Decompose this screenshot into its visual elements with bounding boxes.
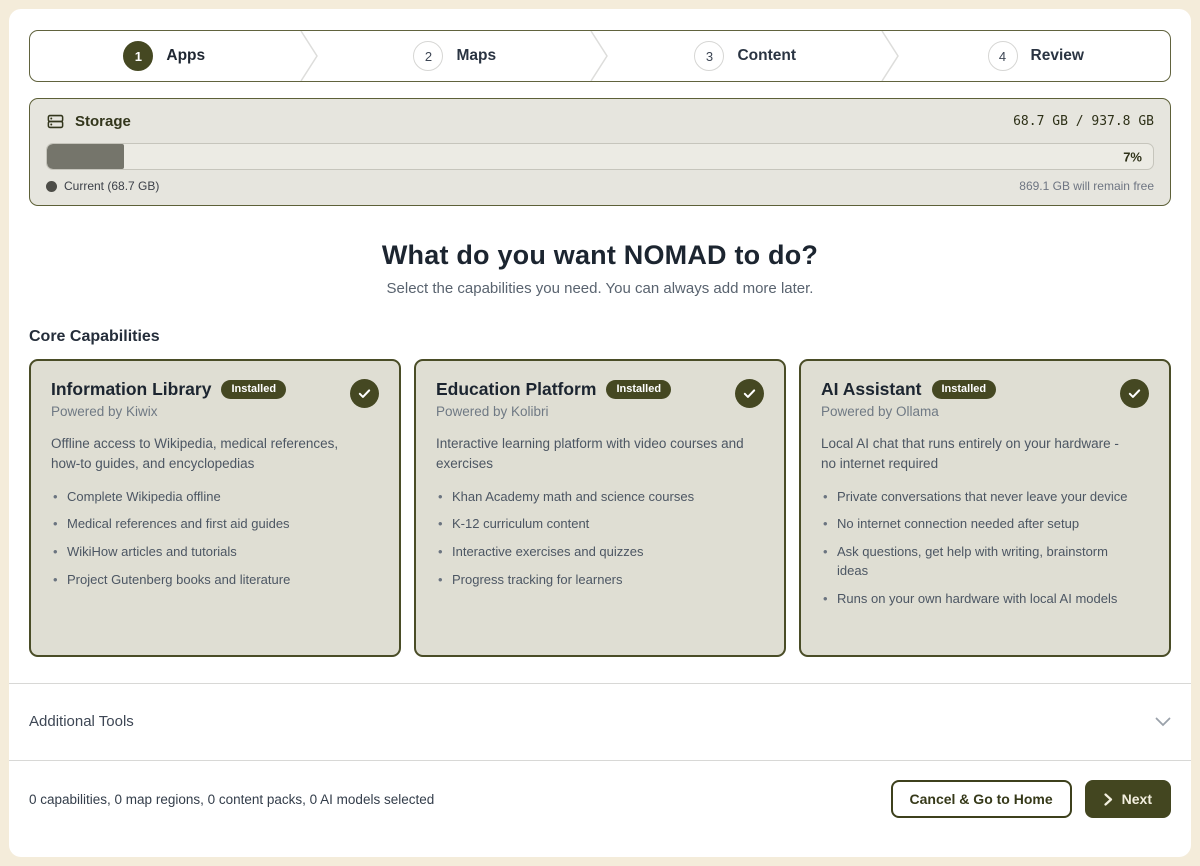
storage-title: Storage <box>75 113 131 130</box>
legend-current-label: Current (68.7 GB) <box>64 179 159 193</box>
storage-panel: Storage 68.7 GB / 937.8 GB 7% Current (6… <box>29 98 1171 206</box>
feature-item: No internet connection needed after setu… <box>821 515 1131 534</box>
next-button[interactable]: Next <box>1085 780 1171 818</box>
additional-tools-label: Additional Tools <box>29 713 134 730</box>
step-number-badge: 1 <box>123 41 153 71</box>
feature-item: K-12 curriculum content <box>436 515 746 534</box>
step-number-badge: 2 <box>413 41 443 71</box>
chevron-down-icon[interactable] <box>1155 717 1171 727</box>
legend-current-dot <box>46 181 57 192</box>
step-label: Apps <box>166 47 205 65</box>
step-review[interactable]: 4 Review <box>902 31 1171 81</box>
card-education-platform[interactable]: Education Platform Installed Powered by … <box>414 359 786 657</box>
wizard-footer: 0 capabilities, 0 map regions, 0 content… <box>29 780 1171 818</box>
card-ai-assistant[interactable]: AI Assistant Installed Powered by Ollama… <box>799 359 1171 657</box>
powered-by-label: Powered by Kiwix <box>51 404 286 419</box>
step-number-badge: 4 <box>988 41 1018 71</box>
feature-item: Project Gutenberg books and literature <box>51 571 361 590</box>
card-description: Interactive learning platform with video… <box>436 434 746 475</box>
card-feature-list: Private conversations that never leave y… <box>821 488 1149 609</box>
section-divider <box>9 760 1191 761</box>
storage-percent-label: 7% <box>1123 149 1142 164</box>
feature-item: Khan Academy math and science courses <box>436 488 746 507</box>
card-information-library[interactable]: Information Library Installed Powered by… <box>29 359 401 657</box>
page-subtitle: Select the capabilities you need. You ca… <box>29 280 1171 297</box>
setup-wizard-page: 1 Apps 2 Maps 3 Content 4 Review <box>9 9 1191 857</box>
additional-tools-toggle[interactable]: Additional Tools <box>29 684 1171 760</box>
feature-item: Private conversations that never leave y… <box>821 488 1131 507</box>
next-chevron-icon <box>1104 793 1113 806</box>
storage-remaining-label: 869.1 GB will remain free <box>1019 179 1154 193</box>
selected-check-icon <box>350 379 379 408</box>
next-button-label: Next <box>1122 791 1152 807</box>
card-title: Information Library <box>51 379 211 400</box>
step-number-badge: 3 <box>694 41 724 71</box>
storage-usage-value: 68.7 GB / 937.8 GB <box>1013 114 1154 129</box>
step-label: Maps <box>456 47 496 65</box>
storage-progress-fill <box>47 144 124 169</box>
selected-check-icon <box>735 379 764 408</box>
installed-badge: Installed <box>932 380 997 399</box>
feature-item: Progress tracking for learners <box>436 571 746 590</box>
step-label: Content <box>737 47 796 65</box>
step-maps[interactable]: 2 Maps <box>321 31 590 81</box>
capability-cards: Information Library Installed Powered by… <box>29 359 1171 657</box>
step-separator-chevron-icon <box>880 31 902 81</box>
card-feature-list: Complete Wikipedia offline Medical refer… <box>51 488 379 590</box>
storage-drive-icon <box>46 112 65 131</box>
card-description: Local AI chat that runs entirely on your… <box>821 434 1131 475</box>
step-separator-chevron-icon <box>299 31 321 81</box>
selected-check-icon <box>1120 379 1149 408</box>
powered-by-label: Powered by Ollama <box>821 404 996 419</box>
feature-item: Medical references and first aid guides <box>51 515 361 534</box>
step-apps[interactable]: 1 Apps <box>30 31 299 81</box>
step-label: Review <box>1031 47 1084 65</box>
card-description: Offline access to Wikipedia, medical ref… <box>51 434 361 475</box>
wizard-stepper: 1 Apps 2 Maps 3 Content 4 Review <box>29 30 1171 82</box>
card-title: AI Assistant <box>821 379 922 400</box>
selection-summary: 0 capabilities, 0 map regions, 0 content… <box>29 792 434 807</box>
step-separator-chevron-icon <box>589 31 611 81</box>
core-capabilities-heading: Core Capabilities <box>29 328 1171 346</box>
installed-badge: Installed <box>606 380 671 399</box>
feature-item: WikiHow articles and tutorials <box>51 543 361 562</box>
feature-item: Interactive exercises and quizzes <box>436 543 746 562</box>
feature-item: Complete Wikipedia offline <box>51 488 361 507</box>
feature-item: Ask questions, get help with writing, br… <box>821 543 1131 581</box>
card-feature-list: Khan Academy math and science courses K-… <box>436 488 764 590</box>
feature-item: Runs on your own hardware with local AI … <box>821 590 1131 609</box>
storage-progress-bar: 7% <box>46 143 1154 170</box>
powered-by-label: Powered by Kolibri <box>436 404 671 419</box>
installed-badge: Installed <box>221 380 286 399</box>
card-title: Education Platform <box>436 379 596 400</box>
page-title: What do you want NOMAD to do? <box>29 240 1171 271</box>
step-content[interactable]: 3 Content <box>611 31 880 81</box>
cancel-button[interactable]: Cancel & Go to Home <box>891 780 1072 818</box>
